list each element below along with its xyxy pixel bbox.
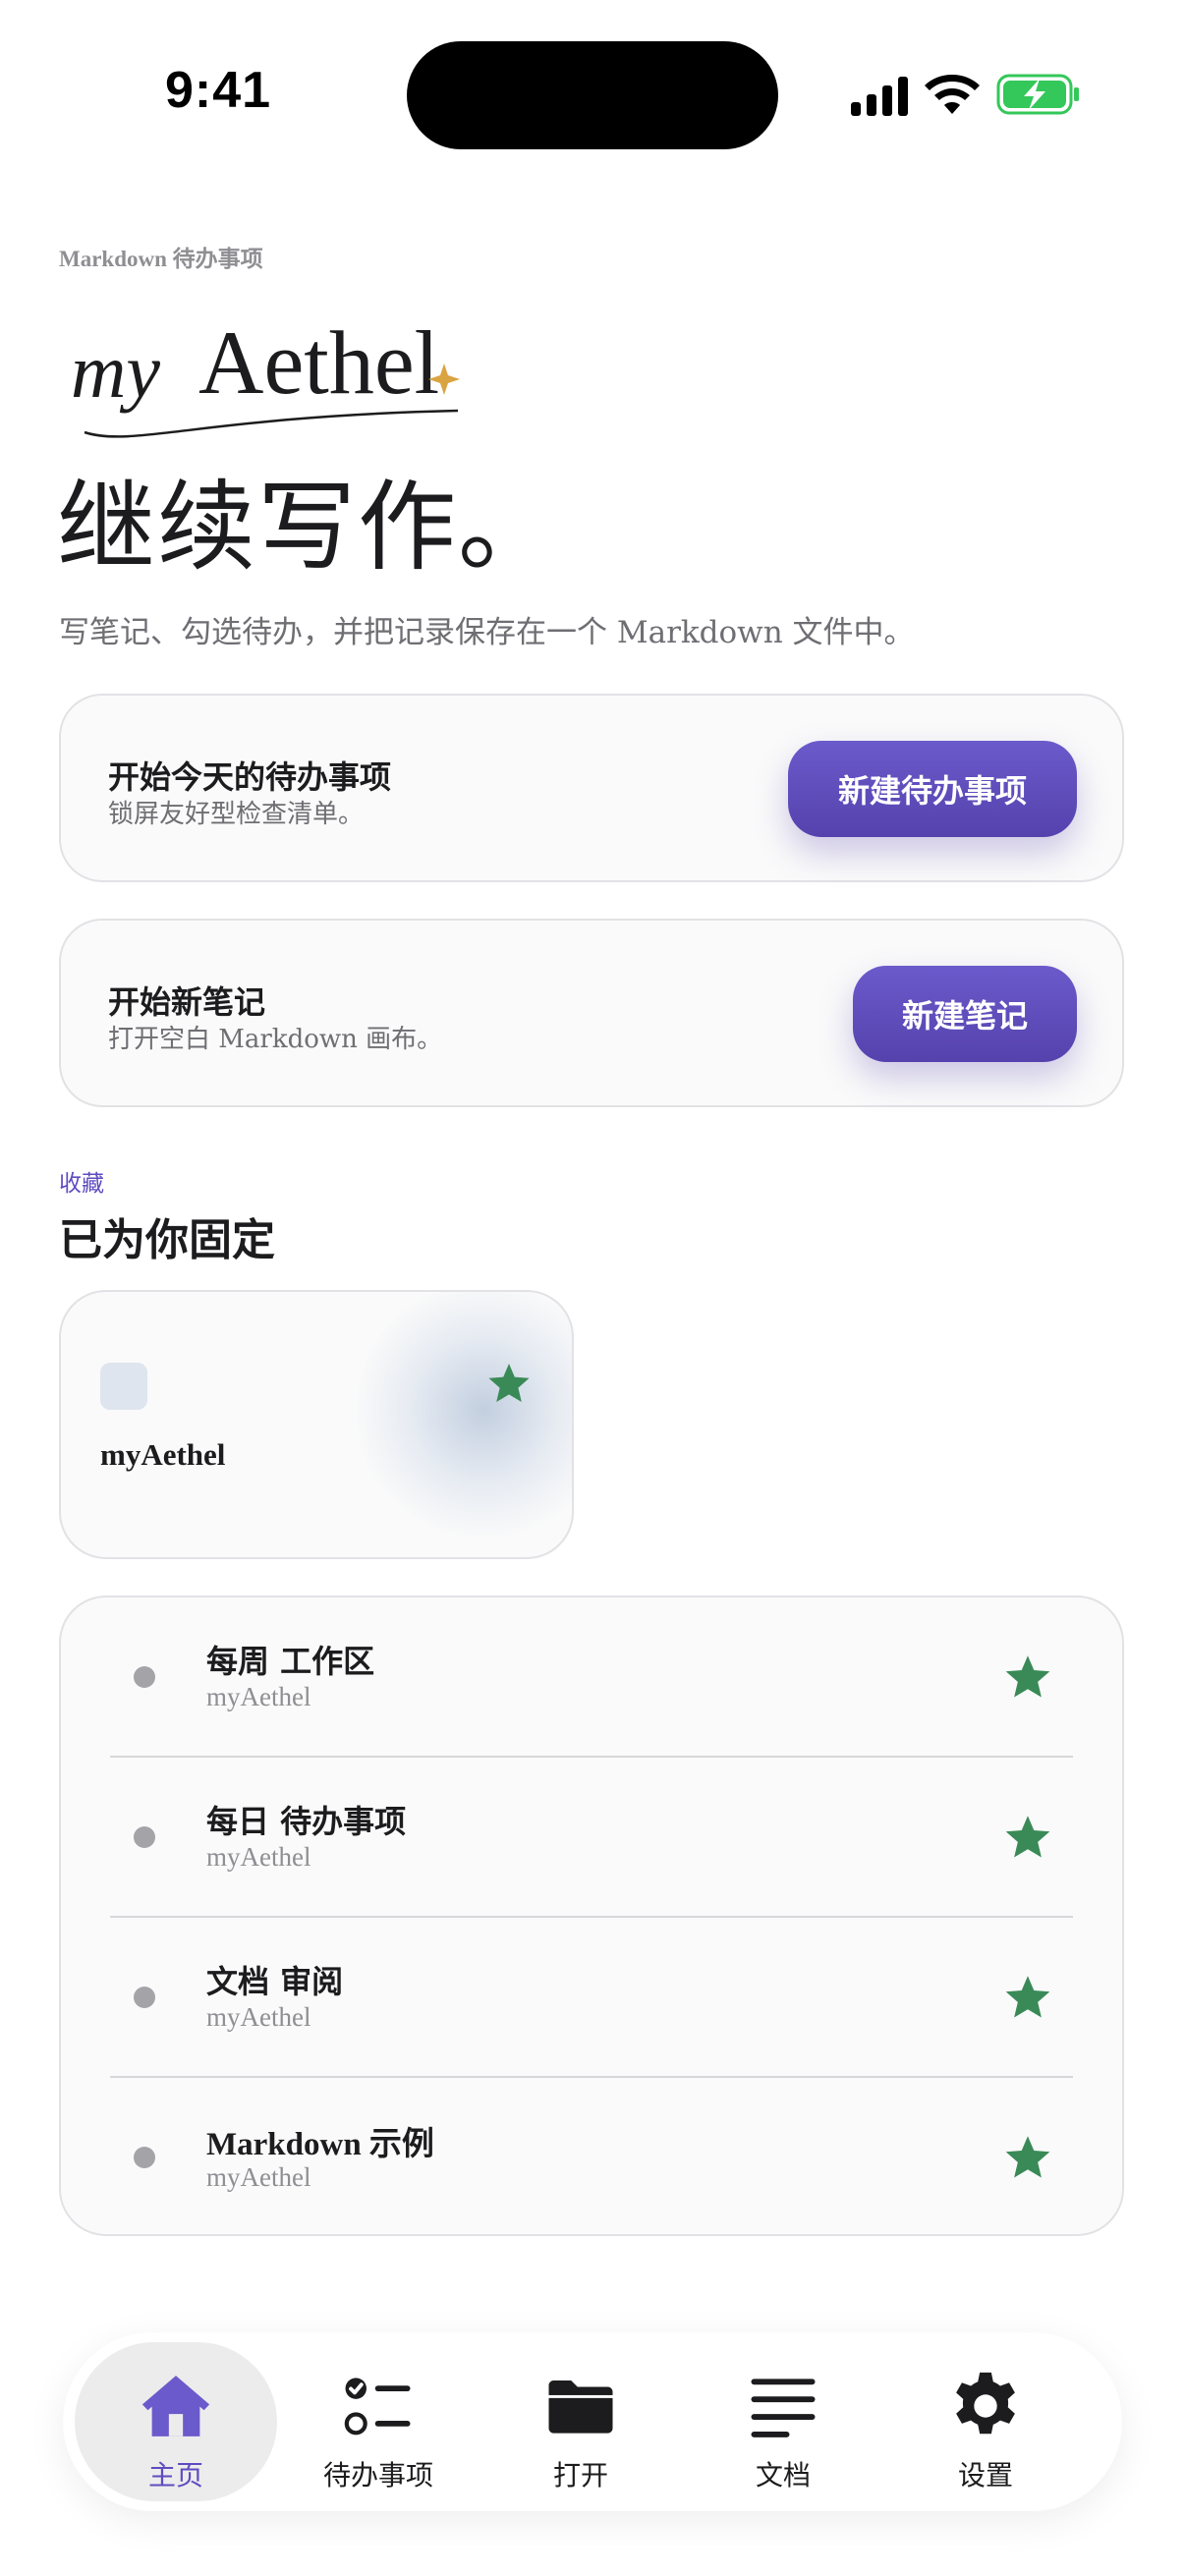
tab-home[interactable]: 主页 xyxy=(75,2342,277,2501)
document-thumbnail-icon xyxy=(100,1363,147,1410)
favorites-list: 每周 工作区 myAethel 每日 待办事项 myAethel 文档 审阅 m… xyxy=(59,1596,1124,2236)
star-icon[interactable] xyxy=(1002,2133,1053,2184)
card-title: 开始新笔记 xyxy=(108,983,266,1021)
battery-charging-icon xyxy=(996,74,1079,115)
pinned-item-name: myAethel xyxy=(100,1437,226,1472)
list-item-subtitle: myAethel xyxy=(206,2162,311,2192)
list-item-title: 每周 工作区 xyxy=(206,1643,375,1680)
tab-docs[interactable]: 文档 xyxy=(682,2342,884,2501)
tab-label: 主页 xyxy=(147,2459,203,2492)
new-note-button[interactable]: 新建笔记 xyxy=(853,966,1077,1062)
new-todo-button[interactable]: 新建待办事项 xyxy=(788,741,1077,837)
status-time: 9:41 xyxy=(165,62,272,119)
list-item-title: Markdown 示例 xyxy=(206,2127,434,2162)
checklist-icon xyxy=(344,2378,411,2436)
bullet-icon xyxy=(134,2147,155,2168)
tab-settings[interactable]: 设置 xyxy=(884,2342,1087,2501)
list-item[interactable]: Markdown 示例 myAethel xyxy=(61,2078,1122,2234)
star-icon[interactable] xyxy=(1002,1973,1053,2024)
svg-text:Aethel: Aethel xyxy=(198,312,439,413)
pinned-item-card[interactable]: myAethel xyxy=(59,1290,574,1559)
tab-label: 文档 xyxy=(755,2459,811,2492)
list-item-subtitle: myAethel xyxy=(206,1842,311,1872)
card-title: 开始今天的待办事项 xyxy=(108,758,392,796)
star-icon[interactable] xyxy=(1002,1813,1053,1864)
text-lines-icon xyxy=(751,2379,816,2437)
page-subhead: 写笔记、勾选待办，并把记录保存在一个 Markdown 文件中。 xyxy=(59,615,915,650)
list-item-subtitle: myAethel xyxy=(206,2002,311,2032)
svg-text:my: my xyxy=(71,328,160,414)
gear-icon xyxy=(956,2372,1015,2435)
tab-open[interactable]: 打开 xyxy=(480,2342,682,2501)
card-subtitle: 锁屏友好型检查清单。 xyxy=(108,800,365,829)
app-logo: my Aethel xyxy=(71,312,460,438)
header-eyebrow: Markdown 待办事项 xyxy=(59,247,263,271)
note-action-card: 开始新笔记 打开空白 Markdown 画布。 新建笔记 xyxy=(59,919,1124,1107)
list-item[interactable]: 文档 审阅 myAethel xyxy=(61,1918,1122,2078)
list-item[interactable]: 每日 待办事项 myAethel xyxy=(61,1758,1122,1918)
list-item[interactable]: 每周 工作区 myAethel xyxy=(61,1597,1122,1758)
house-icon xyxy=(141,2376,210,2436)
cellular-signal-icon xyxy=(851,77,908,116)
list-item-title: 文档 审阅 xyxy=(206,1963,344,2000)
bullet-icon xyxy=(134,1826,155,1848)
tab-todos[interactable]: 待办事项 xyxy=(277,2342,480,2501)
list-item-title: 每日 待办事项 xyxy=(206,1803,407,1840)
status-bar: 9:41 xyxy=(0,0,1185,187)
dynamic-island xyxy=(407,41,778,149)
tab-bar: 主页 待办事项 打开 文档 设置 xyxy=(63,2332,1122,2511)
bullet-icon xyxy=(134,1666,155,1688)
tab-label: 设置 xyxy=(957,2459,1013,2492)
bullet-icon xyxy=(134,1987,155,2008)
tab-label: 待办事项 xyxy=(322,2459,433,2492)
star-icon[interactable] xyxy=(1002,1652,1053,1704)
card-subtitle: 打开空白 Markdown 画布。 xyxy=(108,1025,443,1054)
tab-label: 打开 xyxy=(552,2459,608,2492)
star-icon[interactable] xyxy=(485,1361,533,1408)
favorites-eyebrow: 收藏 xyxy=(59,1171,104,1197)
favorites-title: 已为你固定 xyxy=(59,1215,275,1265)
page-headline: 继续写作。 xyxy=(57,470,558,585)
wifi-icon xyxy=(925,75,980,114)
folder-icon xyxy=(548,2380,613,2434)
pinned-card-glow xyxy=(356,1292,572,1538)
todo-action-card: 开始今天的待办事项 锁屏友好型检查清单。 新建待办事项 xyxy=(59,694,1124,882)
list-item-subtitle: myAethel xyxy=(206,1682,311,1711)
